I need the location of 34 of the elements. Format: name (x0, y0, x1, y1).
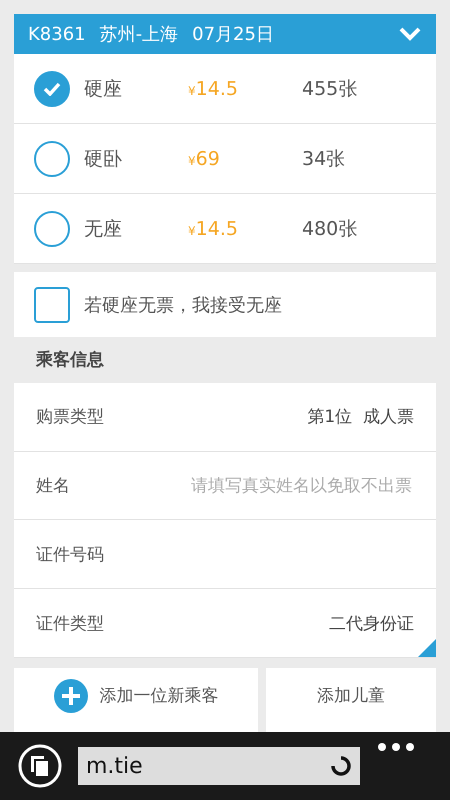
train-number: K8361 (28, 24, 86, 45)
check-icon (43, 82, 61, 96)
accept-checkbox[interactable] (34, 286, 70, 323)
seat-radio[interactable] (34, 210, 70, 247)
seat-radio[interactable] (34, 140, 70, 177)
address-bar[interactable]: m.tie (78, 747, 360, 785)
ticket-count: 34张 (302, 146, 346, 172)
add-passenger-button[interactable]: 添加儿童 (266, 668, 436, 732)
seat-type: 硬座 (84, 76, 123, 102)
add-passenger-button[interactable]: 添加一位新乘客 (14, 668, 258, 732)
ticket-count: 455张 (302, 76, 358, 102)
name-input[interactable]: 请填写真实姓名以免取不出票 (144, 474, 414, 497)
plus-icon (54, 678, 88, 713)
tabs-icon[interactable] (18, 744, 62, 788)
date: 07月25日 (192, 23, 274, 46)
field-value[interactable]: 二代身份证 (329, 612, 414, 635)
seat-radio[interactable] (34, 70, 70, 107)
seat-price: ¥14.5 (188, 78, 239, 100)
seat-price: ¥69 (188, 148, 221, 170)
seat-type: 硬卧 (84, 146, 123, 172)
seat-type: 无座 (84, 216, 123, 242)
field-label: 证件类型 (36, 612, 105, 635)
field-value: 第1位 成人票 (307, 406, 414, 428)
field-label: 购票类型 (36, 406, 105, 428)
section-title: 乘客信息 (34, 349, 105, 372)
ticket-count: 480张 (302, 216, 358, 242)
refresh-icon[interactable] (330, 755, 352, 777)
field-label: 姓名 (36, 475, 71, 498)
seat-price: ¥14.5 (188, 218, 239, 240)
chevron-icon[interactable] (398, 26, 422, 42)
checkbox-label: 若硬座无票，我接受无座 (84, 294, 282, 317)
route: 苏州-上海 (100, 23, 178, 46)
more-icon[interactable] (376, 742, 416, 752)
field-label: 证件号码 (36, 544, 105, 566)
